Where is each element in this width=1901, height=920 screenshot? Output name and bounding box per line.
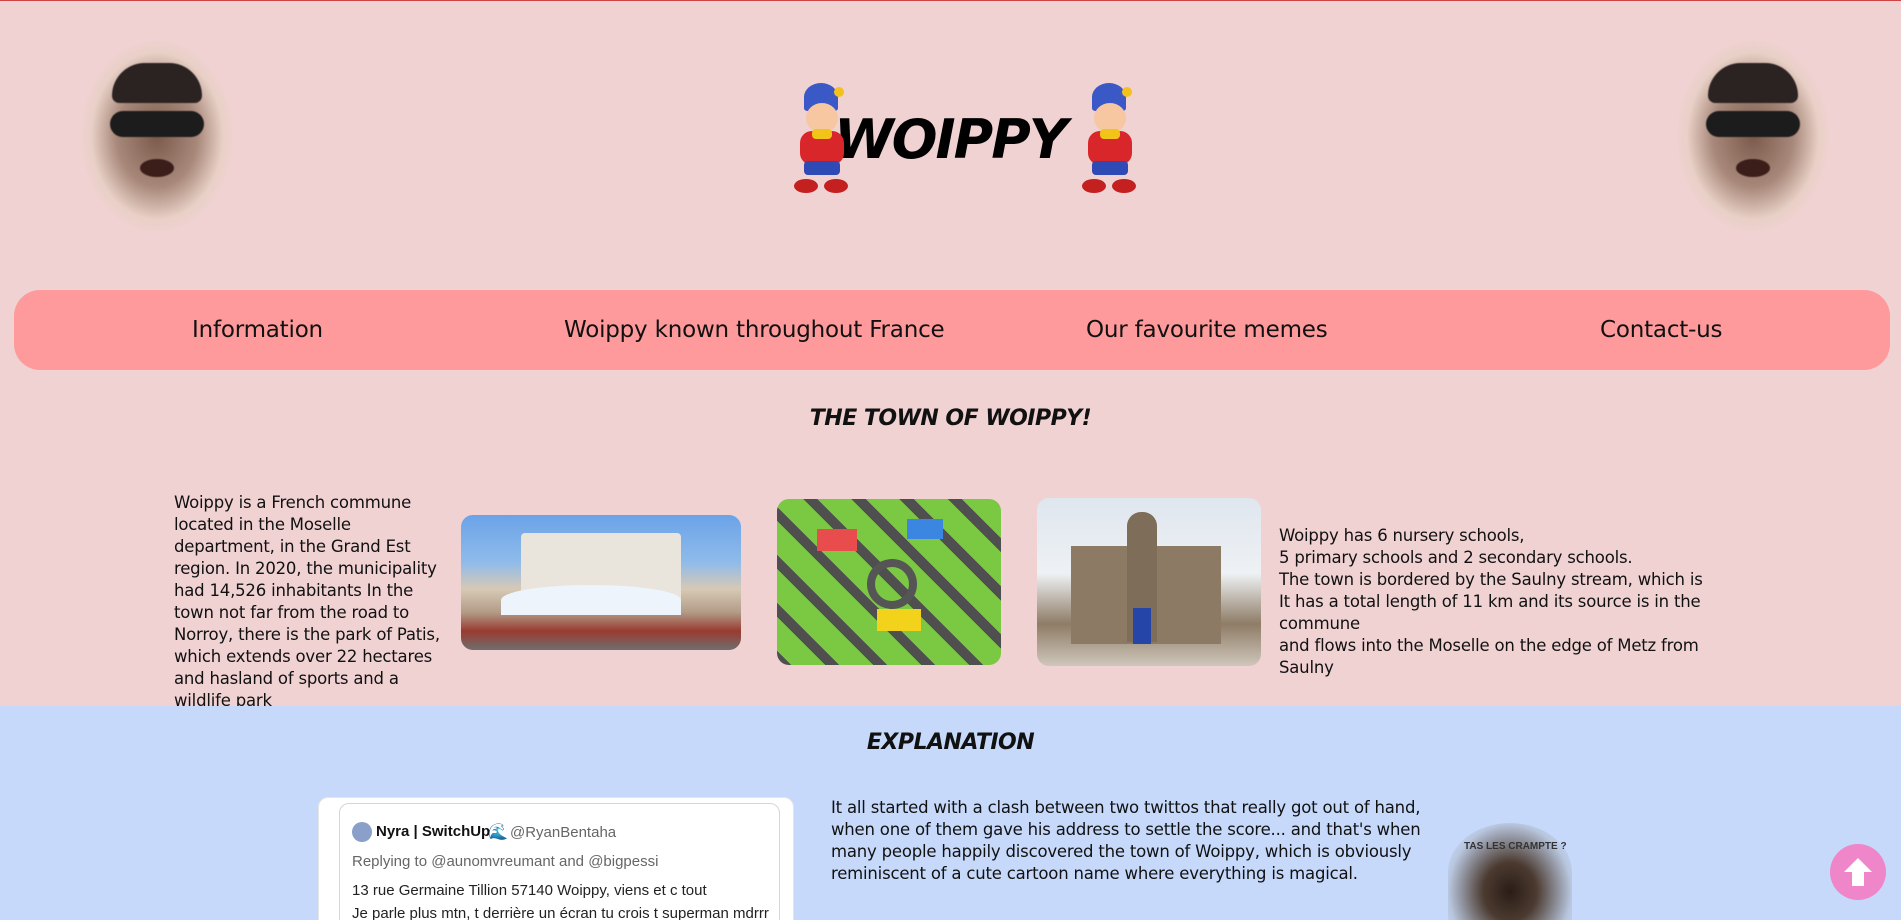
tweet-replying-to: Replying to @aunomvreumant and @bigpessi bbox=[352, 853, 659, 870]
portrait-right-image bbox=[1678, 41, 1828, 231]
town-fact-line: and flows into the Moselle on the edge o… bbox=[1279, 636, 1699, 677]
town-fact-line: 5 primary schools and 2 secondary school… bbox=[1279, 548, 1633, 567]
noddy-left-icon bbox=[790, 83, 848, 195]
nav-item-woippy-known[interactable]: Woippy known throughout France bbox=[564, 290, 945, 370]
nav-item-contact[interactable]: Contact-us bbox=[1600, 290, 1723, 370]
town-fact-line: The town is bordered by the Saulny strea… bbox=[1279, 570, 1703, 589]
site-logo[interactable]: WOIPPY bbox=[790, 79, 1136, 199]
mouth-shape bbox=[1736, 159, 1770, 177]
arrow-up-icon bbox=[1844, 858, 1872, 886]
meme-caption: TAS LES CRAMPTE ? bbox=[1464, 841, 1567, 852]
town-section-title: THE TOWN OF WOIPPY! bbox=[809, 406, 1092, 431]
manor-house-photo bbox=[1037, 498, 1261, 666]
cap-shape bbox=[112, 63, 202, 103]
cap-shape bbox=[1708, 63, 1798, 103]
tweet-embed[interactable]: Nyra | SwitchUp 🌊 @RyanBentaha Replying … bbox=[339, 803, 780, 920]
explanation-text: It all started with a clash between two … bbox=[831, 798, 1421, 883]
site-title: WOIPPY bbox=[834, 107, 1068, 171]
town-description: Woippy is a French commune located in th… bbox=[174, 493, 440, 710]
site-header: WOIPPY bbox=[0, 1, 1901, 281]
meme-photo: TAS LES CRAMPTE ? bbox=[1448, 823, 1572, 920]
nav-item-information[interactable]: Information bbox=[192, 290, 323, 370]
nav-item-memes[interactable]: Our favourite memes bbox=[1086, 290, 1328, 370]
explanation-title: EXPLANATION bbox=[866, 730, 1035, 755]
sunglasses-shape bbox=[110, 111, 204, 137]
tweet-handle: @RyanBentaha bbox=[510, 824, 617, 841]
tweet-text-line: Je parle plus mtn, t derrière un écran t… bbox=[352, 905, 769, 920]
town-fact-line: Woippy has 6 nursery schools, bbox=[1279, 526, 1525, 545]
wave-icon: 🌊 bbox=[488, 824, 508, 841]
noddy-right-icon bbox=[1078, 83, 1136, 195]
town-facts: Woippy has 6 nursery schools, 5 primary … bbox=[1279, 525, 1749, 679]
portrait-left-image bbox=[82, 41, 232, 231]
tweet-avatar bbox=[352, 822, 372, 842]
town-fact-line: It has a total length of 11 km and its s… bbox=[1279, 592, 1701, 633]
scroll-to-top-button[interactable] bbox=[1830, 844, 1886, 900]
sunglasses-shape bbox=[1706, 111, 1800, 137]
tweet-text-line: 13 rue Germaine Tillion 57140 Woippy, vi… bbox=[352, 882, 707, 899]
main-nav: Information Woippy known throughout Fran… bbox=[14, 290, 1890, 370]
fountain-photo bbox=[461, 515, 741, 650]
tweet-author-name: Nyra | SwitchUp bbox=[376, 823, 491, 840]
mouth-shape bbox=[140, 159, 174, 177]
road-map-carpet-photo bbox=[777, 499, 1001, 665]
